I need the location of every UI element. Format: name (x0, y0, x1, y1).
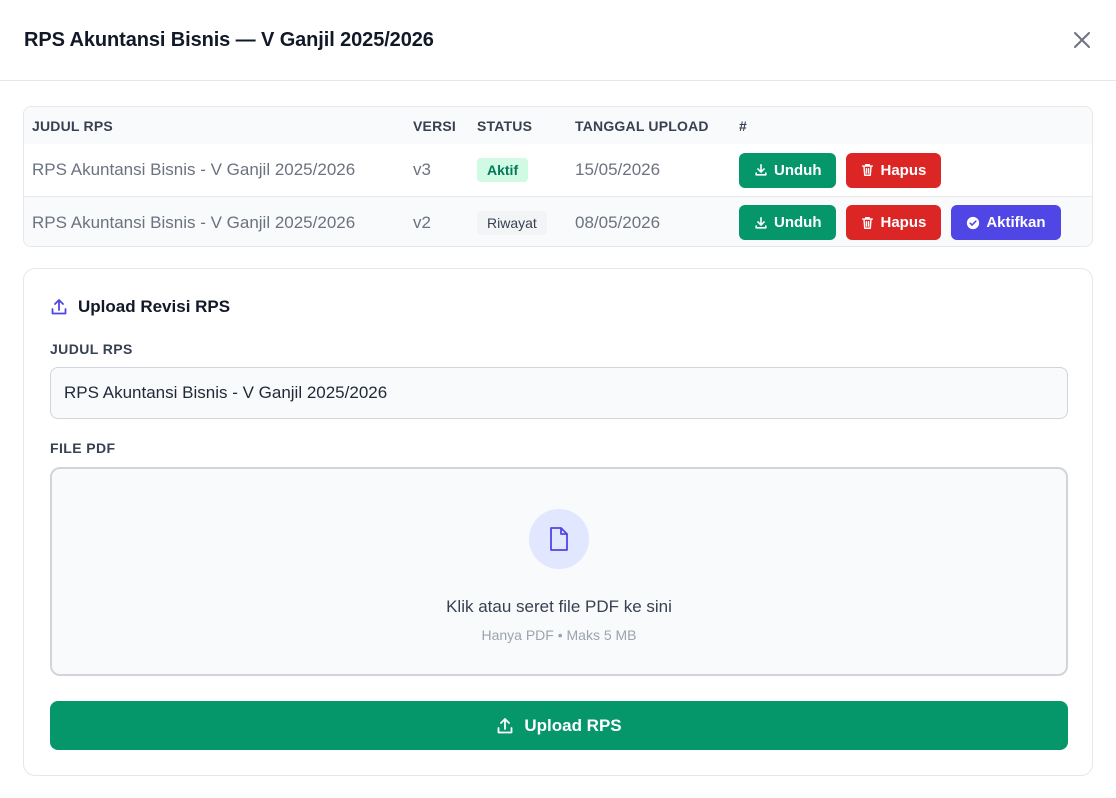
dropzone-hint: Hanya PDF • Maks 5 MB (481, 627, 637, 643)
unduh-button[interactable]: Unduh (739, 205, 837, 240)
row-versi: v2 (413, 212, 431, 232)
upload-rps-button[interactable]: Upload RPS (50, 701, 1068, 750)
header-status: STATUS (477, 117, 533, 134)
hapus-button[interactable]: Hapus (846, 205, 942, 240)
modal-header: RPS Akuntansi Bisnis — V Ganjil 2025/202… (0, 0, 1116, 81)
upload-icon (51, 299, 67, 315)
header-versi: VERSI (413, 117, 457, 134)
upload-section-title: Upload Revisi RPS (50, 297, 230, 317)
header-aksi: # (739, 117, 747, 134)
judul-input[interactable] (50, 367, 1068, 419)
rps-table: JUDUL RPS VERSI STATUS TANGGAL UPLOAD # … (23, 106, 1093, 247)
table-header: JUDUL RPS VERSI STATUS TANGGAL UPLOAD # (24, 107, 1092, 144)
hapus-label: Hapus (880, 214, 927, 231)
status-badge: Riwayat (477, 210, 547, 235)
aktifkan-label: Aktifkan (986, 214, 1046, 231)
file-label: FILE PDF (50, 440, 116, 456)
upload-section-label: Upload Revisi RPS (78, 297, 231, 316)
table-row: RPS Akuntansi Bisnis - V Ganjil 2025/202… (24, 144, 1092, 196)
judul-label: JUDUL RPS (50, 341, 133, 357)
row-judul: RPS Akuntansi Bisnis - V Ganjil 2025/202… (32, 160, 356, 179)
trash-icon (862, 216, 874, 229)
file-icon (550, 527, 568, 551)
check-circle-icon (967, 216, 980, 229)
unduh-label: Unduh (774, 214, 822, 231)
row-versi: v3 (413, 160, 431, 179)
rps-modal: RPS Akuntansi Bisnis — V Ganjil 2025/202… (0, 0, 1116, 798)
download-icon (755, 216, 767, 229)
upload-card: Upload Revisi RPS JUDUL RPS FILE PDF Kli… (23, 268, 1093, 776)
close-button[interactable] (1066, 24, 1098, 56)
aktifkan-button[interactable]: Aktifkan (951, 205, 1061, 240)
row-tanggal: 08/05/2026 (575, 212, 661, 232)
row-judul: RPS Akuntansi Bisnis - V Ganjil 2025/202… (32, 212, 356, 232)
status-badge: Aktif (477, 158, 529, 182)
header-judul: JUDUL RPS (32, 117, 113, 134)
pdf-dropzone[interactable]: Klik atau seret file PDF ke sini Hanya P… (50, 467, 1068, 676)
row-tanggal: 15/05/2026 (575, 160, 661, 179)
unduh-label: Unduh (774, 161, 822, 179)
dropzone-text: Klik atau seret file PDF ke sini (446, 597, 672, 616)
unduh-button[interactable]: Unduh (739, 152, 837, 188)
close-icon (1074, 32, 1090, 48)
trash-icon (862, 164, 874, 176)
modal-title: RPS Akuntansi Bisnis — V Ganjil 2025/202… (24, 28, 434, 51)
download-icon (755, 163, 767, 176)
file-icon-circle (529, 509, 589, 569)
upload-icon (497, 717, 513, 733)
hapus-label: Hapus (880, 161, 927, 179)
table-row: RPS Akuntansi Bisnis - V Ganjil 2025/202… (24, 196, 1092, 246)
hapus-button[interactable]: Hapus (846, 152, 942, 188)
header-tanggal: TANGGAL UPLOAD (575, 117, 709, 134)
upload-rps-label: Upload RPS (524, 715, 622, 735)
